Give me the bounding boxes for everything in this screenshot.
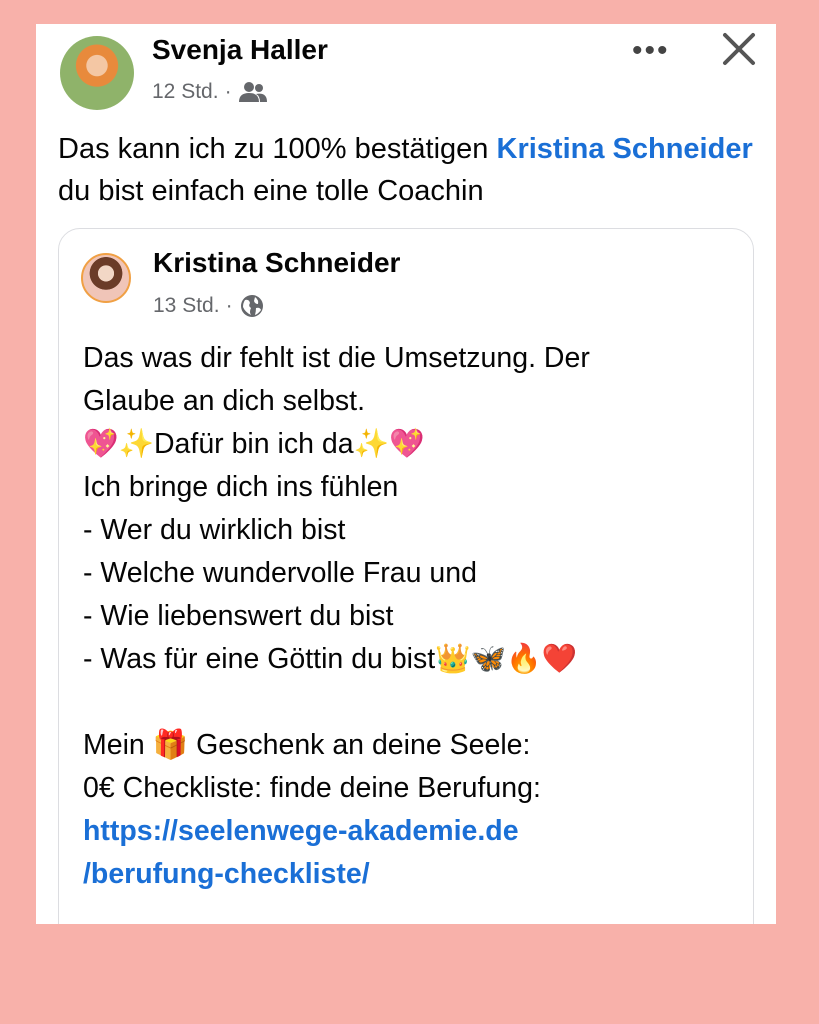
shared-line: - Wer du wirklich bist: [83, 514, 346, 546]
shared-line: - Wie liebenswert du bist: [83, 600, 394, 632]
globe-icon: [240, 295, 263, 317]
shared-line: Glaube an dich selbst.: [83, 385, 366, 417]
shared-line: Mein 🎁 Geschenk an deine Seele:: [83, 729, 531, 761]
shared-line: Ich bringe dich ins fühlen: [83, 471, 399, 503]
shared-time[interactable]: 13 Std.: [153, 294, 220, 318]
meta-separator: ·: [224, 80, 232, 103]
shared-post-text: Das was dir fehlt ist die Umsetzung. Der…: [83, 337, 733, 896]
post-text: Das kann ich zu 100% bestätigen Kristina…: [58, 128, 758, 212]
close-icon: [723, 33, 755, 65]
checklist-link-continued[interactable]: /berufung-checkliste/: [83, 853, 733, 896]
shared-line: - Was für eine Göttin du bist👑🦋🔥❤️: [83, 643, 578, 675]
post-time[interactable]: 12 Std.: [152, 80, 219, 104]
shared-line: - Welche wundervolle Frau und: [83, 557, 477, 589]
close-button[interactable]: [716, 26, 762, 72]
meta-separator: ·: [225, 294, 233, 317]
author-name[interactable]: Svenja Haller: [152, 34, 328, 66]
mention-link[interactable]: Kristina Schneider: [497, 133, 753, 165]
friends-icon: [238, 82, 267, 102]
post-text-after: du bist einfach eine tolle Coachin: [58, 175, 484, 207]
post-meta: 12 Std. ·: [152, 80, 268, 104]
shared-author-name[interactable]: Kristina Schneider: [153, 247, 400, 279]
shared-line: [83, 681, 733, 724]
post-text-before: Das kann ich zu 100% bestätigen: [58, 133, 497, 165]
shared-author-avatar[interactable]: [81, 253, 131, 303]
shared-post[interactable]: Kristina Schneider 13 Std. · Das was dir…: [58, 228, 754, 924]
shared-line: 💖✨Dafür bin ich da✨💖: [83, 428, 425, 460]
post-card: Svenja Haller 12 Std. · ••• Das kann ich…: [36, 24, 776, 924]
more-horizontal-icon: •••: [632, 34, 670, 67]
author-avatar[interactable]: [60, 36, 134, 110]
shared-meta: 13 Std. ·: [153, 293, 265, 319]
more-options-button[interactable]: •••: [632, 34, 670, 68]
shared-line: Das was dir fehlt ist die Umsetzung. Der: [83, 342, 590, 374]
checklist-link[interactable]: https://seelenwege-akademie.de: [83, 810, 733, 853]
shared-line: 0€ Checkliste: finde deine Berufung:: [83, 772, 541, 804]
